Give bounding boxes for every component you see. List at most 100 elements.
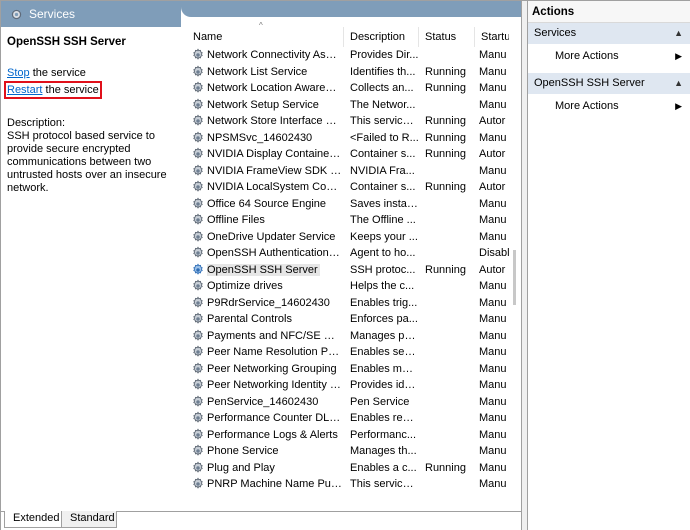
vertical-scrollbar[interactable] [509,17,521,497]
restart-link-suffix: the service [42,84,99,96]
service-name: Network Store Interface Ser... [207,115,344,128]
service-name: NVIDIA Display Container LS [207,148,344,161]
table-row[interactable]: Optimize drives Helps the c... Manu [187,278,509,295]
cell-startup: Autor [479,181,506,194]
service-gear-icon [191,147,205,161]
table-row[interactable]: Phone Service Manages th... Manu [187,443,509,460]
table-row[interactable]: OpenSSH SSH Server SSH protoc... Running Au… [187,262,509,279]
cell-name: OpenSSH Authentication A... [187,246,344,260]
cell-startup: Manu [479,346,507,359]
table-row[interactable]: Peer Name Resolution Prot... Enables serv… [187,344,509,361]
cell-name: Network Setup Service [187,98,344,112]
actions-section-openssh[interactable]: OpenSSH SSH Server ▲ [528,73,690,94]
scrollbar-thumb[interactable] [513,250,516,305]
column-header-startup[interactable]: Startu [475,27,509,47]
table-row[interactable]: NVIDIA FrameView SDK serv... NVIDIA Fra..… [187,163,509,180]
cell-startup: Autor [479,115,506,128]
table-row[interactable]: Office 64 Source Engine Saves install... M… [187,196,509,213]
cell-description: Agent to ho... [350,247,416,260]
table-row[interactable]: Network List Service Identifies th... Runn… [187,64,509,81]
cell-status: Running [425,263,466,276]
service-name: PNRP Machine Name Publi... [207,478,344,491]
actions-pane: Actions Services ▲ More Actions ▶ OpenSS… [527,1,690,530]
service-name: P9RdrService_14602430 [207,296,330,309]
more-actions-services[interactable]: More Actions ▶ [528,44,690,68]
service-name: Payments and NFC/SE Man... [207,329,344,342]
column-header-description[interactable]: Description [344,27,419,47]
table-row[interactable]: Peer Networking Identity M... Provides id… [187,377,509,394]
services-tab-header: Services [1,1,181,27]
restart-service-link[interactable]: Restart [7,84,42,96]
service-gear-icon [191,65,205,79]
services-window: Services OpenSSH SSH Server Stop the ser… [0,0,690,530]
cell-name: Office 64 Source Engine [187,197,344,211]
cell-startup: Manu [479,461,507,474]
service-gear-icon [191,213,205,227]
table-row[interactable]: P9RdrService_14602430 Enables trig... Manu [187,295,509,312]
collapse-up-icon[interactable]: ▲ [674,73,683,94]
cell-description: Manages pa... [350,329,419,342]
restart-line: Restart the service [4,81,181,99]
service-gear-icon [191,48,205,62]
service-name: Phone Service [207,445,279,458]
cell-description: This service ... [350,115,419,128]
column-header-name[interactable]: Name [187,27,344,47]
service-name: Optimize drives [207,280,283,293]
submenu-arrow-icon: ▶ [675,51,682,61]
service-gear-icon [191,444,205,458]
tab-extended[interactable]: Extended [4,511,62,528]
service-gear-icon [191,461,205,475]
table-row[interactable]: Network Connectivity Assis... Provides Di… [187,47,509,64]
table-row[interactable]: NVIDIA LocalSystem Contai... Container s.… [187,179,509,196]
table-row[interactable]: NPSMSvc_14602430 <Failed to R... Running Ma… [187,130,509,147]
collapse-up-icon[interactable]: ▲ [674,23,683,44]
header-bar-extension [181,1,521,17]
service-name: Peer Networking Identity M... [207,379,344,392]
table-row[interactable]: Offline Files The Offline ... Manu [187,212,509,229]
service-gear-icon [191,329,205,343]
more-actions-openssh[interactable]: More Actions ▶ [528,94,690,118]
table-row[interactable]: Performance Logs & Alerts Performanc... Ma… [187,427,509,444]
table-row[interactable]: Plug and Play Enables a c... Running Manu [187,460,509,477]
service-name: Office 64 Source Engine [207,197,327,210]
table-row[interactable]: Parental Controls Enforces pa... Manu [187,311,509,328]
cell-startup: Autor [479,148,506,161]
cell-startup: Manu [479,478,507,491]
cell-name: Peer Name Resolution Prot... [187,345,344,359]
table-row[interactable]: PNRP Machine Name Publi... This service .… [187,476,509,493]
service-gear-icon [191,197,205,211]
stop-link-suffix: the service [29,67,86,79]
actions-section-services[interactable]: Services ▲ [528,23,690,44]
table-row[interactable]: Network Store Interface Ser... This servi… [187,113,509,130]
service-gear-icon [191,98,205,112]
cell-description: Enables rem... [350,412,419,425]
cell-name: Performance Logs & Alerts [187,428,344,442]
table-row[interactable]: OneDrive Updater Service Keeps your ... Ma… [187,229,509,246]
description-label: Description: [7,117,66,129]
cell-status: Running [425,181,466,194]
table-row[interactable]: Payments and NFC/SE Man... Manages pa... M… [187,328,509,345]
more-actions-label: More Actions [555,100,619,112]
table-row[interactable]: Network Location Awareness Collects an...… [187,80,509,97]
table-row[interactable]: NVIDIA Display Container LS Container s..… [187,146,509,163]
restart-highlight-box: Restart the service [4,81,102,99]
table-row[interactable]: OpenSSH Authentication A... Agent to ho..… [187,245,509,262]
table-row[interactable]: PenService_14602430 Pen Service Manu [187,394,509,411]
service-gear-icon [191,230,205,244]
service-gear-icon [191,312,205,326]
cell-startup: Manu [479,65,507,78]
cell-startup: Manu [479,445,507,458]
cell-name: Payments and NFC/SE Man... [187,329,344,343]
actions-section-services-label: Services [534,27,577,39]
table-row[interactable]: Peer Networking Grouping Enables mul... Ma… [187,361,509,378]
table-row[interactable]: Performance Counter DLL ... Enables rem..… [187,410,509,427]
stop-service-link[interactable]: Stop [7,67,30,79]
cell-status: Running [425,82,466,95]
tab-standard[interactable]: Standard [61,511,117,528]
cell-startup: Manu [479,329,507,342]
service-gear-icon [191,114,205,128]
cell-startup: Manu [479,49,507,62]
selected-service-name: OpenSSH SSH Server [7,36,126,48]
column-header-status[interactable]: Status [419,27,475,47]
table-row[interactable]: Network Setup Service The Networ... Manu [187,97,509,114]
